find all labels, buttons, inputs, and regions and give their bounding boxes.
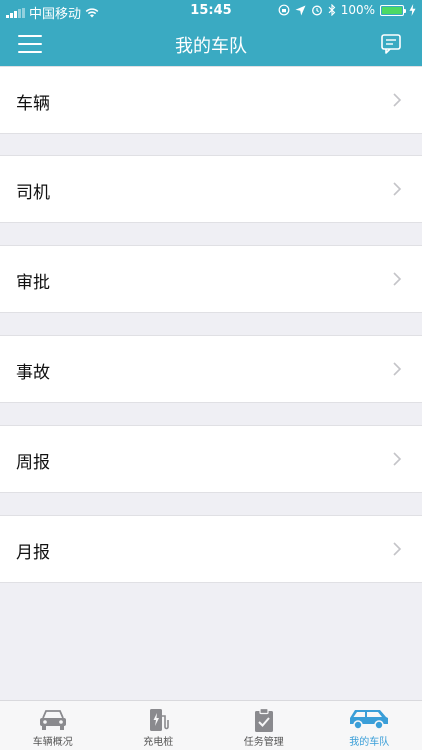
list-item-label: 周报: [16, 453, 50, 473]
tab-label: 我的车队: [349, 737, 390, 748]
page-title: 我的车队: [175, 36, 247, 57]
location-arrow-icon: [295, 5, 306, 15]
chevron-right-icon: [393, 272, 402, 286]
battery-icon: [380, 4, 406, 16]
list-item-label: 审批: [16, 273, 50, 293]
list-item-approvals[interactable]: 审批: [0, 245, 422, 313]
tab-label: 车辆概况: [32, 737, 73, 748]
list-item-weekly-report[interactable]: 周报: [0, 425, 422, 493]
chevron-right-icon: [393, 542, 402, 556]
tab-label: 任务管理: [243, 737, 284, 748]
list-item-vehicles[interactable]: 车辆: [0, 66, 422, 134]
list-item-drivers[interactable]: 司机: [0, 155, 422, 223]
rotation-lock-icon: [278, 4, 290, 16]
list-item-label: 事故: [16, 363, 50, 383]
chevron-right-icon: [393, 182, 402, 196]
bluetooth-icon: [328, 4, 335, 16]
status-right: 100%: [278, 3, 416, 17]
alarm-icon: [311, 5, 322, 16]
chevron-right-icon: [393, 362, 402, 376]
tab-task-management[interactable]: 任务管理: [211, 701, 317, 750]
battery-percent: 100%: [340, 3, 375, 17]
tab-charging-pile[interactable]: 充电桩: [106, 701, 212, 750]
list-item-label: 月报: [16, 543, 50, 563]
tab-my-fleet[interactable]: 我的车队: [317, 701, 422, 750]
nav-bar: 我的车队: [0, 22, 422, 66]
car-front-icon: [39, 710, 66, 730]
list-item-label: 车辆: [16, 94, 50, 114]
list-item-label: 司机: [16, 183, 50, 203]
list-item-accidents[interactable]: 事故: [0, 335, 422, 403]
clipboard-check-icon: [254, 707, 273, 732]
list-item-monthly-report[interactable]: 月报: [0, 515, 422, 583]
tab-bar: 车辆概况 充电桩 任务管理 我的车队: [0, 700, 422, 750]
status-bar: 中国移动 15:45 100%: [0, 0, 422, 22]
tab-vehicle-overview[interactable]: 车辆概况: [0, 701, 106, 750]
chevron-right-icon: [393, 452, 402, 466]
message-icon[interactable]: [380, 33, 402, 55]
charging-pile-icon: [150, 709, 170, 731]
top-bar: 中国移动 15:45 100% 我的车队: [0, 0, 422, 66]
suv-icon: [350, 710, 389, 730]
tab-label: 充电桩: [143, 737, 174, 748]
chevron-right-icon: [393, 93, 402, 107]
charging-bolt-icon: [409, 4, 416, 16]
